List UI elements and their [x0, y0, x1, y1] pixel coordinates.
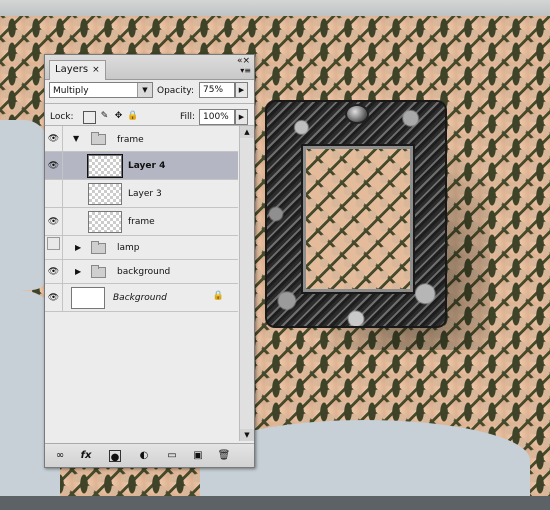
- visibility-eye-icon[interactable]: 👁: [45, 284, 63, 312]
- layer-name: Layer 4: [128, 161, 166, 171]
- lock-all-icon[interactable]: 🔒: [127, 111, 138, 122]
- layer-name: Layer 3: [128, 189, 162, 199]
- new-layer-icon[interactable]: ▣: [191, 449, 205, 462]
- link-icon[interactable]: ∞: [53, 449, 67, 462]
- fill-label: Fill:: [180, 112, 196, 122]
- disclosure-triangle-expanded-icon[interactable]: ▼: [73, 134, 79, 143]
- opacity-slider-arrow-icon[interactable]: ▶: [235, 82, 248, 98]
- tab-label: Layers: [55, 64, 89, 75]
- lock-transparent-icon[interactable]: [83, 111, 96, 124]
- visibility-eye-icon[interactable]: 👁: [45, 208, 63, 236]
- fx-icon[interactable]: fx: [79, 449, 93, 462]
- layer-name: background: [117, 267, 171, 277]
- trash-icon[interactable]: 🗑: [217, 449, 231, 462]
- lock-label: Lock:: [50, 112, 74, 122]
- visibility-eye-icon[interactable]: 👁: [45, 152, 63, 180]
- canvas-top-edge: [0, 0, 550, 16]
- panel-collapse-close-icon[interactable]: «×: [237, 56, 250, 66]
- layer-thumbnail: [71, 287, 105, 309]
- adjustment-icon[interactable]: ◐: [137, 449, 151, 462]
- ornate-picture-frame: [265, 100, 447, 328]
- layer-list-scrollbar[interactable]: ▲ ▼: [239, 126, 254, 441]
- layer-row-layer-3[interactable]: Layer 3: [45, 180, 238, 208]
- layer-thumbnail: [88, 183, 122, 205]
- fill-input[interactable]: 100%: [199, 109, 235, 125]
- fill-slider-arrow-icon[interactable]: ▶: [235, 109, 248, 125]
- tab-close-icon[interactable]: ×: [92, 65, 100, 75]
- folder-icon: [91, 132, 106, 145]
- divider: [45, 103, 254, 104]
- layer-group-background[interactable]: 👁 ▶ background: [45, 260, 238, 284]
- blend-mode-value: Multiply: [53, 86, 89, 96]
- lock-image-brush-icon[interactable]: ✎: [99, 111, 110, 122]
- visibility-eye-icon[interactable]: 👁: [45, 260, 63, 284]
- layer-row-frame[interactable]: 👁 frame: [45, 208, 238, 236]
- canvas-bottom-edge: [0, 496, 550, 510]
- mask-icon[interactable]: ●: [109, 450, 121, 463]
- layer-name: Background: [113, 293, 167, 303]
- opacity-label: Opacity:: [157, 86, 194, 96]
- panel-titlebar[interactable]: Layers × «× ▾≡: [45, 55, 254, 80]
- visibility-toggle-empty[interactable]: [45, 236, 63, 260]
- scroll-down-icon[interactable]: ▼: [240, 429, 254, 441]
- layers-panel: Layers × «× ▾≡ Multiply ▼ Opacity: 75% ▶ …: [44, 54, 255, 468]
- folder-icon: [91, 265, 106, 278]
- visibility-eye-icon[interactable]: 👁: [45, 126, 63, 152]
- layer-name: frame: [117, 135, 144, 145]
- tab-layers[interactable]: Layers ×: [49, 60, 106, 80]
- plaster-patch: [0, 120, 48, 290]
- scroll-up-icon[interactable]: ▲: [240, 126, 254, 138]
- layer-row-background[interactable]: 👁 Background 🔒: [45, 284, 238, 312]
- disclosure-triangle-collapsed-icon[interactable]: ▶: [75, 267, 81, 276]
- layer-group-lamp[interactable]: ▶ lamp: [45, 236, 238, 260]
- frame-ornament: [345, 104, 369, 124]
- opacity-input[interactable]: 75%: [199, 82, 235, 98]
- layer-thumbnail: [88, 211, 122, 233]
- chevron-down-icon[interactable]: ▼: [137, 83, 152, 97]
- disclosure-triangle-collapsed-icon[interactable]: ▶: [75, 243, 81, 252]
- visibility-toggle-empty[interactable]: [45, 180, 63, 208]
- folder-icon: [91, 241, 106, 254]
- lock-position-move-icon[interactable]: ✥: [113, 111, 124, 122]
- panel-menu-icon[interactable]: ▾≡: [240, 66, 251, 76]
- lock-icon: 🔒: [212, 291, 224, 301]
- layer-name: lamp: [117, 243, 140, 253]
- layer-row-layer-4[interactable]: 👁 Layer 4: [45, 152, 238, 180]
- layer-thumbnail: [87, 154, 123, 178]
- layer-group-frame[interactable]: 👁 ▼ frame: [45, 126, 238, 152]
- frame-opening: [301, 144, 415, 294]
- panel-footer-toolbar: ∞ fx ● ◐ ▭ ▣ 🗑: [45, 443, 254, 467]
- layer-name: frame: [128, 217, 155, 227]
- blend-mode-select[interactable]: Multiply ▼: [49, 82, 153, 98]
- group-icon[interactable]: ▭: [165, 449, 179, 462]
